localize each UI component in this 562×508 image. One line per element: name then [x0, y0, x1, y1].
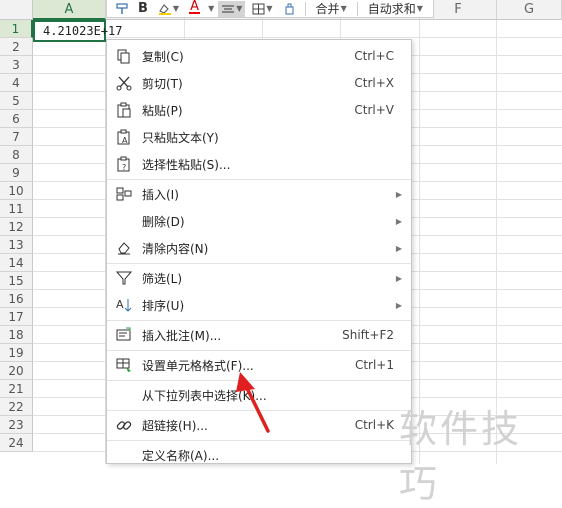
annotation-overlay: [236, 372, 270, 433]
red-arrow-annotation: [236, 372, 270, 433]
watermark: 软件技巧: [399, 407, 523, 506]
